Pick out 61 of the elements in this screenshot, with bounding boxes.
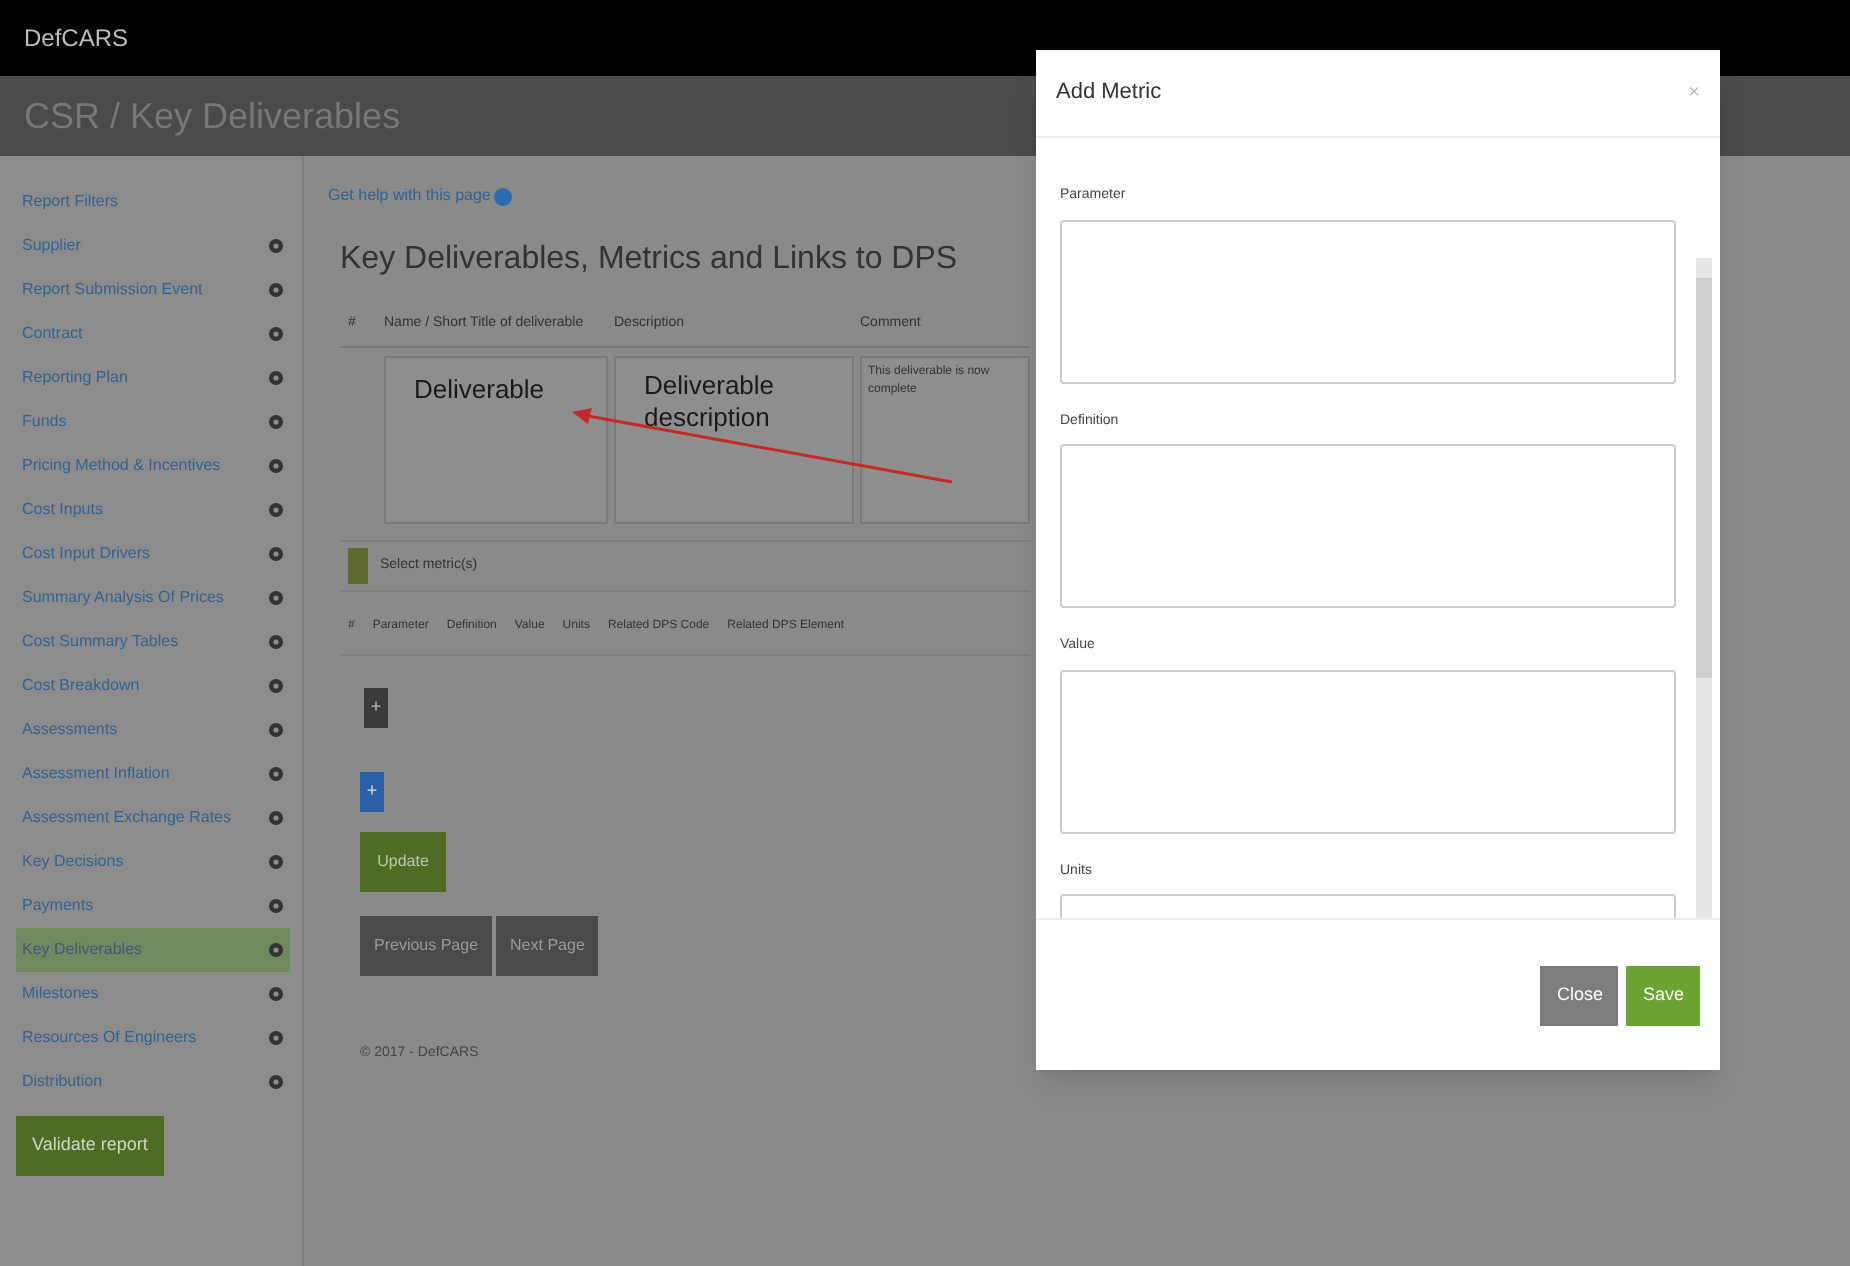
update-button[interactable]: Update (360, 832, 446, 892)
settings-icon (268, 898, 284, 914)
settings-icon (268, 722, 284, 738)
sidebar-item[interactable]: Assessment Inflation (16, 752, 290, 796)
settings-icon (268, 458, 284, 474)
settings-icon (268, 766, 284, 782)
add-deliverable-button[interactable]: + (360, 772, 384, 812)
settings-icon (268, 326, 284, 342)
sidebar-item[interactable]: Payments (16, 884, 290, 928)
sidebar-item[interactable]: Cost Summary Tables (16, 620, 290, 664)
settings-icon (268, 370, 284, 386)
text-area[interactable]: Deliverable description (614, 356, 854, 524)
text-area[interactable]: Deliverable (384, 356, 608, 524)
sidebar-item[interactable]: Resources Of Engineers (16, 1016, 290, 1060)
sidebar-item[interactable]: Milestones (16, 972, 290, 1016)
sidebar-item[interactable]: Key Decisions (16, 840, 290, 884)
settings-icon (268, 414, 284, 430)
page-nav-button[interactable]: Previous Page (360, 916, 493, 976)
settings-icon (268, 238, 284, 254)
save-button[interactable]: Save (1626, 965, 1700, 1025)
sidebar-item[interactable]: Cost Input Drivers (16, 532, 290, 576)
text-area[interactable] (1060, 219, 1676, 383)
brand-name: DefCARS (24, 22, 129, 56)
sidebar-item[interactable]: Summary Analysis Of Prices (16, 576, 290, 620)
settings-icon (268, 502, 284, 518)
modal-title: Add Metric (1056, 78, 1162, 109)
page-nav-button[interactable]: Next Page (496, 916, 599, 976)
settings-icon (268, 942, 284, 958)
settings-icon (268, 590, 284, 606)
text-area[interactable] (1060, 444, 1676, 608)
page-heading: Key Deliverables, Metrics and Links to DPS (340, 240, 960, 280)
sidebar-item[interactable]: Assessments (16, 708, 290, 752)
sidebar-item[interactable]: Supplier (16, 224, 290, 268)
close-button[interactable]: × (1688, 78, 1700, 108)
sidebar-item[interactable]: Report Filters (16, 180, 290, 224)
settings-icon (268, 854, 284, 870)
sidebar-item[interactable]: Pricing Method & Incentives (16, 444, 290, 488)
sidebar-item[interactable]: Contract (16, 312, 290, 356)
select-button[interactable] (348, 548, 368, 584)
settings-icon (268, 282, 284, 298)
add-metric-button[interactable]: + (364, 688, 388, 728)
sidebar-item[interactable]: Cost Inputs (16, 488, 290, 532)
help-link[interactable]: Get help with this page (328, 184, 491, 208)
settings-icon (268, 678, 284, 694)
sidebar-item[interactable]: Funds (16, 400, 290, 444)
close-button[interactable]: Close (1540, 965, 1619, 1025)
sidebar-item[interactable]: Distribution (16, 1060, 290, 1104)
sidebar-item[interactable]: Report Submission Event (16, 268, 290, 312)
settings-icon (268, 634, 284, 650)
sidebar-item[interactable]: Cost Breakdown (16, 664, 290, 708)
settings-icon (268, 546, 284, 562)
settings-icon (268, 986, 284, 1002)
help-icon (494, 187, 513, 205)
text-area[interactable] (1060, 669, 1676, 833)
validate-report-button[interactable]: Validate report (16, 1116, 164, 1176)
settings-icon (268, 1074, 284, 1090)
scrollbar[interactable] (1696, 258, 1712, 918)
sidebar-item[interactable]: Assessment Exchange Rates (16, 796, 290, 840)
sidebar-item[interactable]: Reporting Plan (16, 356, 290, 400)
settings-icon (268, 810, 284, 826)
settings-icon (268, 1030, 284, 1046)
